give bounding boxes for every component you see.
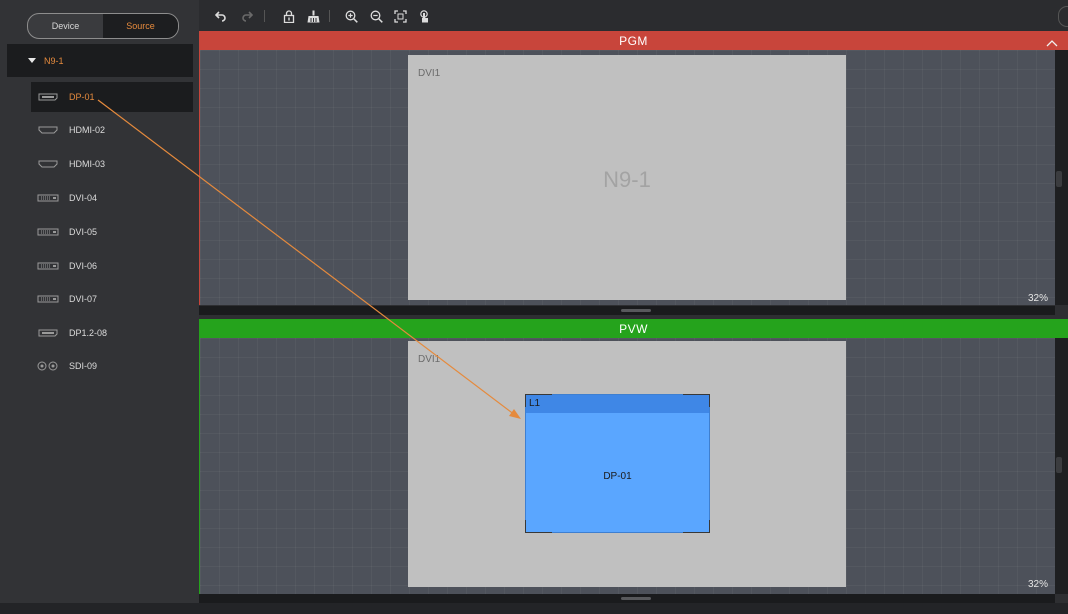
- pvw-title: PVW: [619, 321, 648, 336]
- pgm-title: PGM: [619, 33, 648, 48]
- layer-title-bar[interactable]: [526, 395, 709, 413]
- hdmi-port-icon: [37, 126, 59, 134]
- screen-name: N9-1: [603, 167, 651, 192]
- pvw-header: PVW: [199, 319, 1068, 338]
- pgm-zoom-level: 32%: [1028, 293, 1049, 304]
- dp-port-icon: [37, 329, 59, 337]
- panel-toggle-button[interactable]: [1058, 6, 1068, 27]
- zoom-out-icon[interactable]: [368, 8, 384, 24]
- resize-handle-bottom-right[interactable]: [683, 520, 710, 533]
- source-item-hdmi-03[interactable]: HDMI-03: [31, 150, 193, 178]
- dvi-port-icon: [37, 262, 59, 270]
- pvw-zoom-level: 32%: [1028, 579, 1049, 590]
- toolbar-separator: [329, 10, 330, 22]
- resize-handle-top-left[interactable]: [525, 394, 552, 407]
- source-label: DVI-05: [69, 227, 98, 237]
- zoom-in-icon[interactable]: [343, 8, 359, 24]
- source-item-dvi-04[interactable]: DVI-04: [31, 184, 193, 212]
- hdmi-port-icon: [37, 160, 59, 168]
- dvi-port-icon: [37, 228, 59, 236]
- source-item-sdi-09[interactable]: SDI-09: [31, 352, 193, 380]
- source-label: DVI-04: [69, 193, 98, 203]
- fit-screen-icon[interactable]: [392, 8, 408, 24]
- pgm-scroll-grip[interactable]: [621, 309, 651, 312]
- source-item-dvi-06[interactable]: DVI-06: [31, 252, 193, 280]
- tab-device[interactable]: Device: [28, 14, 103, 38]
- resize-handle-bottom-left[interactable]: [525, 520, 552, 533]
- source-item-hdmi-02[interactable]: HDMI-02: [31, 116, 193, 144]
- pgm-screen[interactable]: DVI1 N9-1: [408, 55, 846, 300]
- tree-node-label: N9-1: [44, 55, 64, 66]
- redo-icon[interactable]: [239, 8, 255, 24]
- pgm-header: PGM: [199, 31, 1068, 50]
- screen-output-label: DVI1: [418, 354, 441, 365]
- source-label: DP1.2-08: [69, 328, 108, 338]
- source-item-dp-01[interactable]: DP-01: [31, 82, 193, 112]
- dvi-port-icon: [37, 295, 59, 303]
- collapse-chevron-icon[interactable]: [1046, 36, 1058, 50]
- tree-node-n9-1[interactable]: N9-1: [7, 44, 193, 77]
- sdi-port-icon: [37, 361, 59, 371]
- source-label: HDMI-03: [69, 159, 106, 169]
- touch-icon[interactable]: [417, 8, 433, 24]
- source-label: DP-01: [69, 92, 95, 102]
- source-label: HDMI-02: [69, 125, 106, 135]
- dp-port-icon: [37, 93, 59, 101]
- undo-icon[interactable]: [213, 8, 229, 24]
- resize-handle-top-right[interactable]: [683, 394, 710, 407]
- toolbar-separator: [264, 10, 265, 22]
- lock-icon[interactable]: [281, 8, 297, 24]
- toolbar: [199, 0, 1068, 31]
- layer-window[interactable]: L1 DP-01: [525, 394, 710, 533]
- source-item-dvi-07[interactable]: DVI-07: [31, 285, 193, 313]
- source-label: DVI-07: [69, 294, 98, 304]
- source-label: SDI-09: [69, 361, 98, 371]
- source-item-dp1-2-08[interactable]: DP1.2-08: [31, 319, 193, 347]
- tab-source[interactable]: Source: [103, 14, 178, 38]
- source-label: DVI-06: [69, 261, 98, 271]
- status-bar: [0, 603, 1068, 614]
- pgm-scroll-thumb[interactable]: [1056, 171, 1062, 187]
- screen-output-label: DVI1: [418, 68, 441, 79]
- clear-icon[interactable]: [305, 8, 321, 24]
- source-item-dvi-05[interactable]: DVI-05: [31, 218, 193, 246]
- layer-source-label: DP-01: [603, 471, 632, 482]
- device-source-toggle: Device Source: [27, 13, 179, 39]
- dvi-port-icon: [37, 194, 59, 202]
- pvw-scroll-grip[interactable]: [621, 597, 651, 600]
- expand-caret-icon[interactable]: [28, 58, 36, 63]
- pvw-scroll-thumb[interactable]: [1056, 457, 1062, 473]
